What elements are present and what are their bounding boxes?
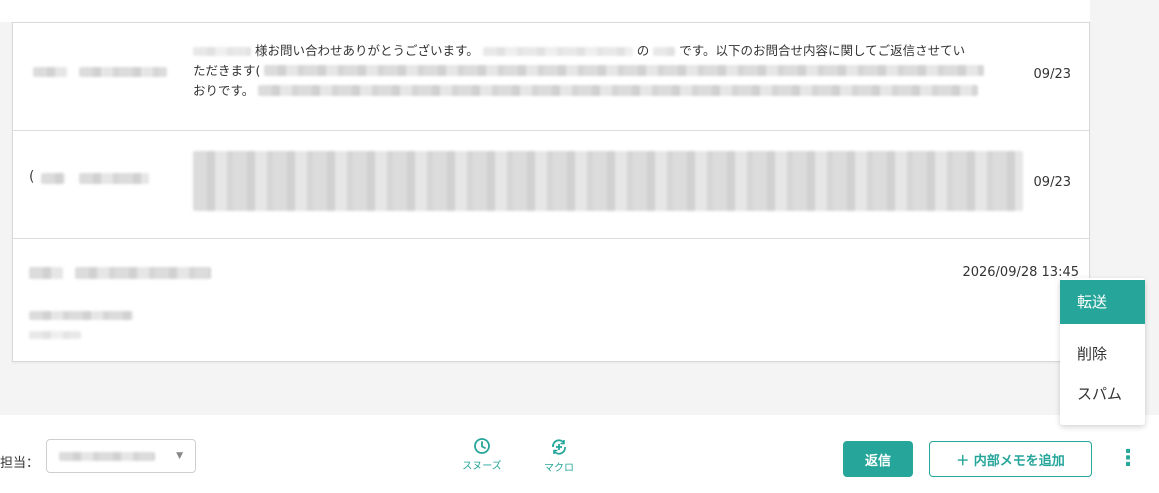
message-preview-redacted — [193, 151, 1023, 211]
snooze-label: スヌーズ — [462, 461, 502, 472]
preview-text: です。以下のお問合せ内容に関してご返信させてい — [679, 43, 966, 58]
caret-down-icon: ▼ — [176, 451, 183, 461]
more-vertical-icon[interactable]: ⋮ — [1117, 445, 1139, 473]
macro-icon — [552, 439, 566, 455]
assignee-value-redacted — [59, 452, 155, 461]
message-date: 09/23 — [1033, 67, 1071, 82]
snooze-button[interactable]: スヌーズ — [452, 437, 512, 472]
sender-avatar-redacted — [33, 67, 67, 77]
message-row[interactable]: 2026/09/28 13:45 — [13, 239, 1089, 362]
menu-divider — [1060, 324, 1145, 334]
preview-text: の — [636, 43, 650, 58]
sender-avatar-redacted — [41, 173, 65, 184]
menu-item-delete[interactable]: 削除 — [1060, 334, 1145, 374]
message-row[interactable]: ( 09/23 — [13, 131, 1089, 239]
message-preview: 様お問い合わせありがとうございます。 の です。以下のお問合せ内容に関してご返信… — [193, 41, 1023, 101]
assignee-label: 担当： — [0, 456, 40, 471]
reply-toolbar: 担当： ▼ スヌーズ マクロ 返信 ＋ 内部メモを追加 ⋮ — [0, 415, 1159, 493]
macro-label: マクロ — [544, 463, 574, 474]
menu-item-spam[interactable]: スパム — [1060, 374, 1145, 414]
preview-text: ただきます( — [193, 63, 261, 78]
thread-top-spacer — [0, 0, 1090, 22]
message-body-redacted — [29, 331, 81, 339]
preview-text: 様お問い合わせありがとうございます。 — [254, 43, 479, 58]
message-date: 09/23 — [1033, 175, 1071, 190]
message-row[interactable]: 様お問い合わせありがとうございます。 の です。以下のお問合せ内容に関してご返信… — [13, 23, 1089, 131]
preview-text: おりです。 — [193, 83, 255, 98]
sender-paren: ( — [29, 169, 35, 185]
sender-name-redacted — [75, 267, 211, 279]
sender-avatar-redacted — [29, 267, 63, 279]
clock-icon — [474, 438, 490, 454]
add-internal-memo-button[interactable]: ＋ 内部メモを追加 — [929, 441, 1092, 477]
sender-name-redacted — [79, 173, 149, 184]
reply-button[interactable]: 返信 — [843, 441, 913, 477]
assignee-select[interactable]: ▼ — [46, 439, 196, 473]
macro-button[interactable]: マクロ — [529, 437, 589, 474]
message-body-redacted — [29, 311, 133, 320]
sender-name-redacted — [79, 67, 167, 77]
menu-item-forward[interactable]: 転送 — [1060, 280, 1145, 324]
more-actions-menu: 転送 削除 スパム — [1060, 278, 1145, 425]
message-list: 様お問い合わせありがとうございます。 の です。以下のお問合せ内容に関してご返信… — [12, 22, 1090, 362]
